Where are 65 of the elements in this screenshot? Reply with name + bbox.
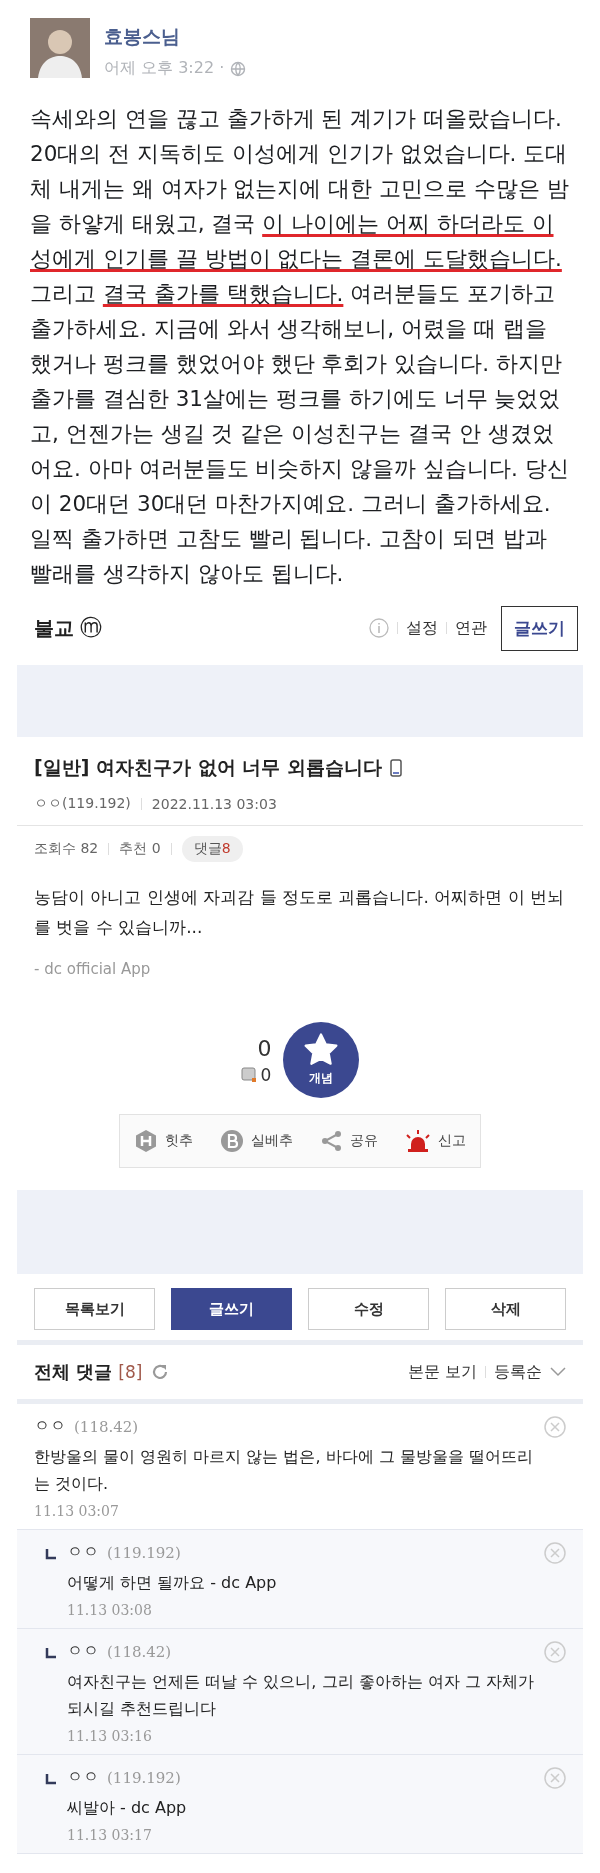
post-date: 2022.11.13 03:03 — [151, 796, 277, 812]
comment-count: [8] — [118, 1362, 143, 1382]
comment-text: 어떻게 하면 될까요 - dc App — [67, 1572, 278, 1594]
board-button[interactable]: 목록보기 — [34, 1288, 155, 1330]
upvote-button[interactable]: 개념 — [283, 1022, 360, 1098]
close-icon[interactable] — [544, 1416, 566, 1438]
comment-author[interactable]: ㅇㅇ — [67, 1641, 99, 1662]
comment-time: 11.13 03:17 — [67, 1827, 153, 1843]
action-button[interactable]: 신고 — [399, 1129, 473, 1153]
board-button[interactable]: 수정 — [308, 1288, 429, 1330]
close-icon[interactable] — [544, 1767, 566, 1789]
gallery-name[interactable]: 불교 — [34, 614, 74, 642]
minor-gallery-mark: ⓜ — [80, 614, 102, 642]
comment-time: 11.13 03:07 — [34, 1503, 120, 1519]
upvote-count: 0 — [257, 1035, 272, 1061]
board-button[interactable]: 글쓰기 — [171, 1288, 292, 1330]
write-button[interactable]: 글쓰기 — [501, 605, 578, 651]
view-count: 조회수 82 — [34, 840, 99, 858]
author-name[interactable]: 효봉스님 — [104, 24, 247, 50]
post-body: 농담이 아니고 인생에 자괴감 들 정도로 괴롭습니다. 어찌하면 이 번뇌를 벗을 수 있습니까... — [33, 886, 566, 939]
comment-time: 11.13 03:16 — [67, 1728, 153, 1744]
star-icon — [303, 1033, 340, 1067]
comment-text: 씨발아 - dc App — [67, 1797, 188, 1819]
comment-ip: (118.42) — [74, 1417, 139, 1436]
post-time: 어제 오후 3:22 · — [104, 58, 225, 79]
gallery-link[interactable]: 연관 — [455, 617, 487, 639]
action-button[interactable]: 힛추 — [127, 1128, 199, 1154]
comment-text: 여자친구는 언제든 떠날 수 있으니, 그리 좋아하는 여자 그 자체가 되시길 추천드립니다 — [67, 1671, 534, 1720]
gallery-link[interactable]: 설정 — [406, 617, 438, 639]
comment-count-badge[interactable]: 댓글8 — [181, 836, 243, 862]
comment-author[interactable]: ㅇㅇ — [67, 1767, 99, 1788]
globe-icon — [230, 60, 247, 77]
siren-icon — [405, 1130, 432, 1152]
reply-icon — [45, 1548, 57, 1560]
reply-icon — [45, 1647, 57, 1659]
note-icon — [240, 1066, 257, 1083]
circle-b-icon — [220, 1129, 245, 1153]
action-button[interactable]: 실베추 — [214, 1128, 300, 1154]
share-icon — [320, 1130, 343, 1152]
post-title: [일반] 여자친구가 없어 너무 외롭습니다 — [34, 755, 382, 780]
app-signature: - dc official App — [33, 960, 152, 978]
close-icon[interactable] — [544, 1641, 566, 1663]
fixed-upvote-count: 0 — [260, 1064, 272, 1085]
comment-author[interactable]: ㅇㅇ — [67, 1542, 99, 1563]
recommend-count: 추천 0 — [119, 840, 161, 858]
close-icon[interactable] — [544, 1542, 566, 1564]
comment-time: 11.13 03:08 — [67, 1602, 153, 1618]
sort-dropdown[interactable]: 등록순 — [494, 1361, 542, 1383]
comment-ip: (119.192) — [107, 1543, 181, 1562]
chevron-down-icon[interactable] — [550, 1367, 566, 1377]
avatar-icon — [30, 18, 90, 78]
post-text: 속세와의 연을 끊고 출가하게 된 계기가 떠올랐습니다. 20대의 전 지독히도 이성에게 인기가 없었습니다. 도대체 내게는 왜 여자가 없는지에 대한 고민으로 수많은 밤을 하얗게 태웠고, 결국 이 나이에는 어찌 하더라도 이성에게 인기를 끌 방법이 없다는 결론에 도달했습니다. 그리고 결국 출가를 택했습니다. 여러분들도 포기하고 출가하세요. 지금에 와서 생각해보니, 어렸을 때 랩을 했거나 펑크를 했었어야 했단 후회가 있습니다. 하지만 출가를 결심한 31살에는 펑크를 하기에도 너무 늦었었고, 언젠가는 생길 것 같은 이성친구는 결국 안 생겼었어요. 아마 여러분들도 비슷하지 않을까 싶습니다. 당신이 20대던 30대던 마찬가지예요. 그러니 출가하세요. 일찍 출가하면 고참도 빨리 됩니다. 고참이 되면 밥과 빨래를 생각하지 않아도 됩니다. — [29, 105, 570, 588]
post-author[interactable]: ㅇㅇ(119.192) — [34, 795, 131, 813]
comments-title: 전체 댓글 — [34, 1360, 113, 1384]
comment-text: 한방울의 물이 영원히 마르지 않는 법은, 바다에 그 물방울을 떨어뜨리는 것이다. — [34, 1446, 534, 1495]
action-button[interactable]: 공유 — [314, 1129, 384, 1153]
comment-ip: (118.42) — [107, 1642, 172, 1661]
info-icon[interactable] — [369, 618, 389, 638]
comment-author[interactable]: ㅇㅇ — [34, 1416, 66, 1437]
phone-icon — [389, 759, 402, 777]
hexagon-h-icon — [133, 1129, 158, 1153]
comment-ip: (119.192) — [107, 1768, 181, 1787]
view-body-link[interactable]: 본문 보기 — [407, 1361, 477, 1383]
reply-icon — [45, 1773, 57, 1785]
board-button[interactable]: 삭제 — [445, 1288, 566, 1330]
